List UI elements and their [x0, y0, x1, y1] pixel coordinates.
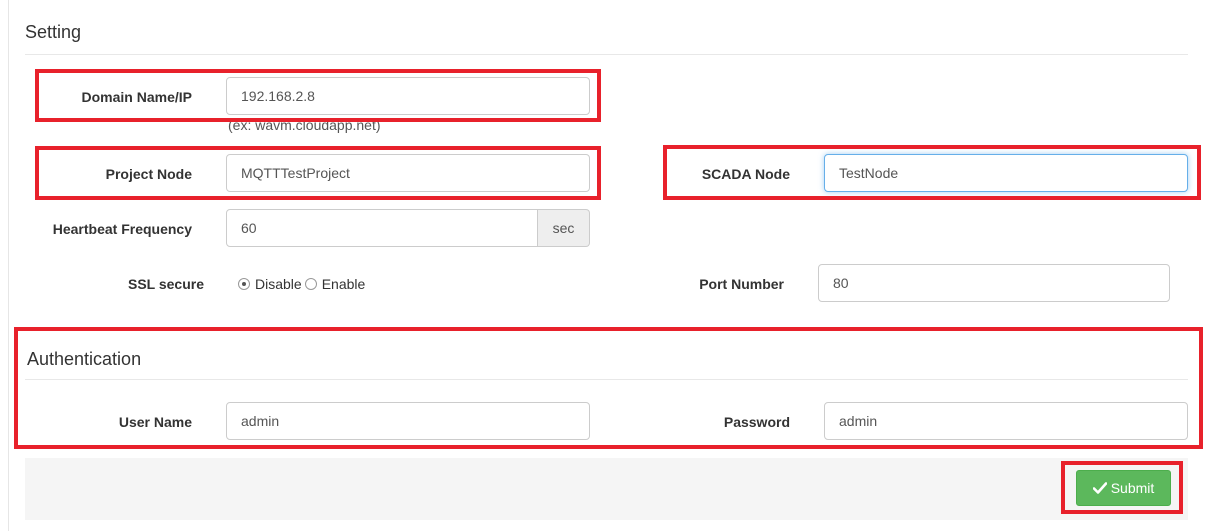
port-input[interactable]: 80	[818, 264, 1170, 302]
left-border	[8, 0, 9, 531]
domain-highlight-box	[35, 69, 601, 122]
authentication-highlight-box	[14, 327, 1203, 449]
port-label: Port Number	[699, 276, 784, 292]
submit-highlight-box	[1061, 461, 1183, 514]
ssl-disable-label[interactable]: Disable	[255, 276, 302, 292]
heartbeat-label: Heartbeat Frequency	[52, 221, 192, 237]
ssl-label: SSL secure	[127, 276, 204, 292]
heartbeat-unit-addon: sec	[538, 209, 590, 247]
ssl-disable-radio[interactable]	[238, 278, 250, 290]
setting-divider	[25, 54, 1188, 55]
project-node-highlight-box	[35, 146, 601, 200]
heartbeat-input[interactable]: 60	[226, 209, 538, 247]
setting-title: Setting	[25, 22, 82, 42]
ssl-enable-radio[interactable]	[304, 278, 317, 290]
form-footer	[25, 458, 1188, 520]
ssl-radio-group: Disable Enable	[238, 276, 365, 292]
ssl-enable-label[interactable]: Enable	[322, 276, 366, 292]
scada-node-highlight-box	[663, 145, 1201, 200]
